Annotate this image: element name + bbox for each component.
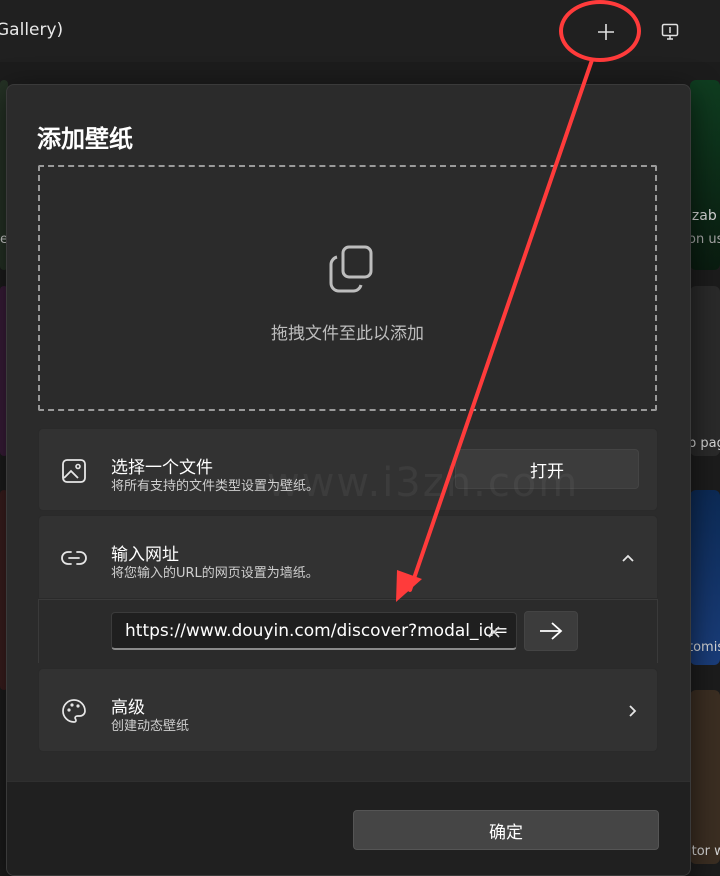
gallery-tile-label: itor w [688,844,720,859]
watermark: www.i3zh.com [267,460,580,506]
gallery-tile-label: on us [688,232,720,247]
dialog-title: 添加壁纸 [37,125,133,153]
copy-icon [329,245,373,293]
gallery-tile-label: izab [688,208,717,224]
chevron-up-icon[interactable] [620,550,636,566]
arrow-right-icon [540,622,563,640]
monitor-button[interactable] [652,14,688,50]
advanced-subtitle: 创建动态壁纸 [111,719,190,734]
gallery-tile[interactable] [690,286,720,456]
close-icon [488,626,500,638]
drop-zone[interactable]: 拖拽文件至此以添加 [38,165,657,411]
drop-zone-text: 拖拽文件至此以添加 [271,324,424,344]
dialog-footer: 确定 [7,781,690,875]
add-wallpaper-dialog: 添加壁纸 拖拽文件至此以添加 选择一个文件 将所有支持的文件类型设置为壁纸。 打… [6,84,691,876]
gallery-tile[interactable] [690,690,720,864]
confirm-button[interactable]: 确定 [353,810,659,850]
monitor-icon [661,23,679,40]
title-bar: Gallery) [0,0,720,62]
url-card-subtitle: 将您输入的URL的网页设置为墙纸。 [111,566,319,581]
go-url-button[interactable] [524,611,578,651]
chevron-right-icon [629,705,637,717]
palette-icon [62,699,86,723]
gallery-tile-label: b pag [688,436,720,451]
gallery-tile-label: tomis [688,640,720,655]
advanced-card[interactable]: 高级 创建动态壁纸 [38,668,658,752]
clear-url-button[interactable] [483,621,505,643]
image-icon [62,459,86,483]
link-icon [61,551,87,565]
url-input[interactable]: https://www.douyin.com/discover?modal_id… [111,612,517,650]
gallery-tile[interactable] [690,490,720,665]
url-card[interactable]: 输入网址 将您输入的URL的网页设置为墙纸。 [38,515,658,599]
url-input-value: https://www.douyin.com/discover?modal_id… [125,621,509,641]
url-input-row: https://www.douyin.com/discover?modal_id… [38,599,658,663]
window-title: Gallery) [0,20,64,40]
annotation-circle [559,0,641,62]
